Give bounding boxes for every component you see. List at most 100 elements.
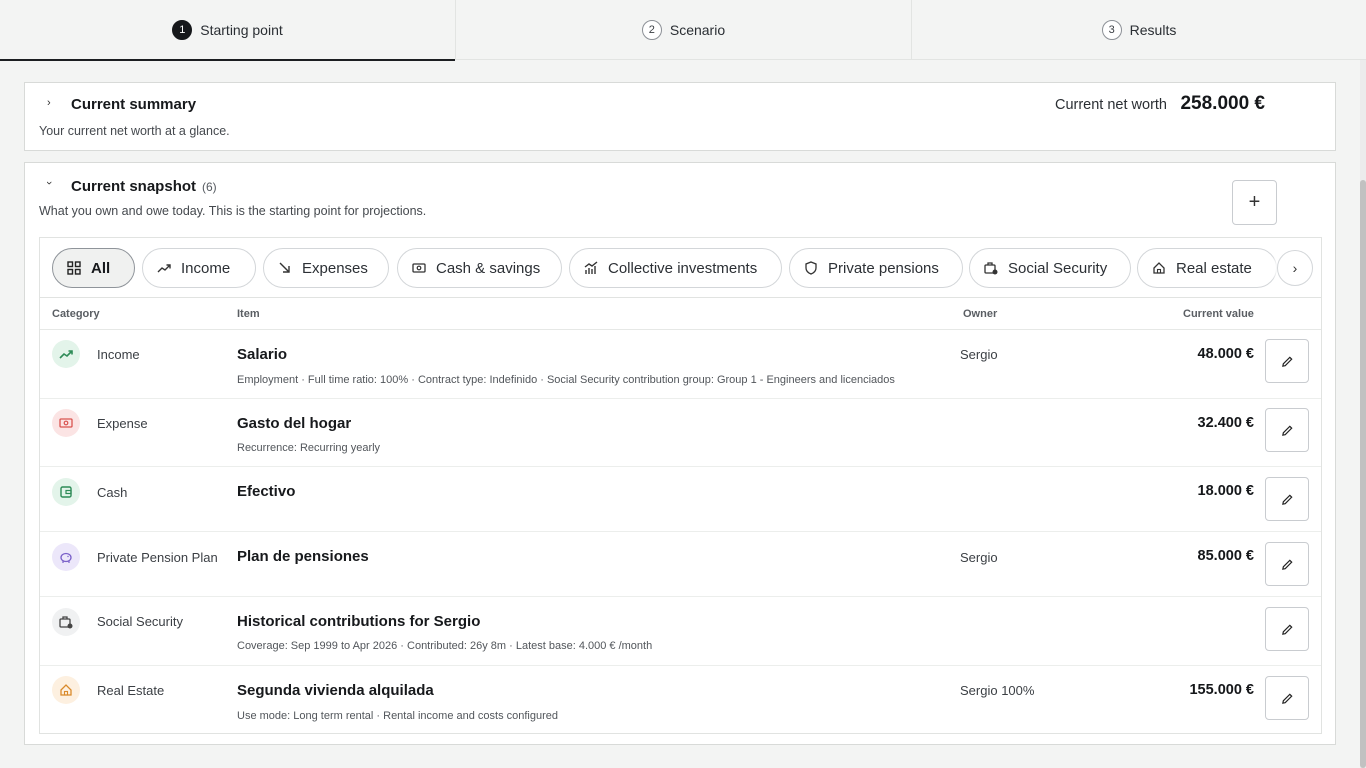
filter-label: Private pensions — [828, 259, 939, 277]
edit-button[interactable] — [1265, 477, 1309, 521]
snapshot-count: (6) — [202, 180, 217, 194]
item-title: Efectivo — [237, 483, 296, 500]
home-icon — [52, 676, 80, 704]
step-results[interactable]: 3 Results — [911, 0, 1366, 60]
filter-income[interactable]: Income — [142, 248, 256, 288]
arrow-down-right-icon — [279, 262, 290, 273]
filter-collective-investments[interactable]: Collective investments — [569, 248, 782, 288]
grid-icon — [67, 261, 81, 275]
edit-button[interactable] — [1265, 542, 1309, 586]
snapshot-subtitle: What you own and owe today. This is the … — [39, 204, 427, 218]
current-value: 48.000 € — [1197, 346, 1254, 362]
current-value: 85.000 € — [1197, 548, 1254, 564]
net-worth-label: Current net worth — [1054, 97, 1167, 113]
step-scenario[interactable]: 2 Scenario — [455, 0, 911, 60]
current-value: 18.000 € — [1197, 483, 1254, 499]
category-label: Real Estate — [97, 683, 165, 698]
item-meta: Coverage: Sep 1999 to Apr 2026 · Contrib… — [237, 640, 653, 652]
add-item-button[interactable]: + — [1232, 180, 1277, 225]
chevron-right-icon[interactable]: › — [1277, 250, 1313, 286]
column-current-value[interactable]: Current value — [1183, 308, 1254, 320]
column-category[interactable]: Category — [52, 308, 100, 320]
filter-label: Social Security — [1008, 259, 1108, 277]
category-label: Expense — [97, 416, 148, 431]
filter-label: Cash & savings — [436, 259, 541, 277]
column-owner[interactable]: Owner — [963, 308, 997, 320]
summary-title[interactable]: Current summary — [71, 96, 196, 113]
edit-button[interactable] — [1265, 339, 1309, 383]
pencil-icon — [1281, 623, 1293, 635]
current-value: 155.000 € — [1189, 682, 1254, 698]
item-meta: Employment · Full time ratio: 100% · Con… — [237, 374, 895, 386]
filter-private-pensions[interactable]: Private pensions — [789, 248, 963, 288]
pencil-icon — [1281, 692, 1293, 704]
shield-icon — [805, 261, 817, 275]
filter-chips: All Income Expenses Cash & savings Colle… — [40, 238, 1321, 298]
table-row[interactable]: Social Security Historical contributions… — [40, 597, 1321, 666]
category-label: Income — [97, 347, 140, 362]
banknote-icon — [412, 263, 426, 273]
item-title: Plan de pensiones — [237, 548, 369, 565]
scrollbar-thumb[interactable] — [1360, 180, 1366, 768]
item-meta: Use mode: Long term rental · Rental inco… — [237, 710, 558, 722]
step-label: Starting point — [200, 22, 283, 38]
owner: Sergio — [960, 347, 998, 362]
pencil-icon — [1281, 355, 1293, 367]
filter-label: Income — [181, 259, 231, 277]
owner: Sergio — [960, 550, 998, 565]
item-title: Historical contributions for Sergio — [237, 613, 481, 630]
chevron-down-icon[interactable]: › — [43, 181, 55, 185]
filter-all[interactable]: All — [52, 248, 135, 288]
chart-icon — [584, 261, 598, 274]
pencil-icon — [1281, 493, 1293, 505]
filter-cash-savings[interactable]: Cash & savings — [397, 248, 562, 288]
column-item[interactable]: Item — [237, 308, 260, 320]
filter-real-estate[interactable]: Real estate — [1137, 248, 1277, 288]
filter-label: All — [91, 259, 111, 277]
current-snapshot-panel: › Current snapshot (6) What you own and o… — [24, 162, 1336, 745]
filter-social-security[interactable]: Social Security — [969, 248, 1131, 288]
current-summary-panel: › Current summary Your current net worth… — [24, 82, 1336, 151]
table-row[interactable]: Cash Efectivo 18.000 € — [40, 467, 1321, 532]
wallet-icon — [52, 478, 80, 506]
trending-up-icon — [157, 264, 171, 273]
current-value: 32.400 € — [1197, 415, 1254, 431]
step-number: 1 — [172, 20, 193, 40]
step-label: Results — [1129, 22, 1177, 38]
banknote-icon — [52, 409, 80, 437]
table-row[interactable]: Private Pension Plan Plan de pensiones S… — [40, 532, 1321, 597]
pencil-icon — [1281, 558, 1293, 570]
summary-subtitle: Your current net worth at a glance. — [39, 124, 230, 138]
filter-label: Expenses — [302, 259, 368, 277]
owner: Sergio 100% — [960, 683, 1035, 698]
scrollbar[interactable] — [1360, 60, 1366, 768]
step-label: Scenario — [669, 22, 726, 38]
net-worth-value: 258.000 € — [1180, 93, 1265, 114]
filter-expenses[interactable]: Expenses — [263, 248, 389, 288]
home-icon — [1153, 262, 1165, 274]
stepper: 1 Starting point 2 Scenario 3 Results — [0, 0, 1366, 61]
step-number: 3 — [1101, 20, 1122, 40]
edit-button[interactable] — [1265, 676, 1309, 720]
edit-button[interactable] — [1265, 607, 1309, 651]
table-row[interactable]: Real Estate Segunda vivienda alquilada U… — [40, 666, 1321, 733]
filter-label: Real estate — [1176, 259, 1252, 277]
snapshot-title-text: Current snapshot — [71, 178, 197, 195]
filter-label: Collective investments — [608, 259, 758, 277]
trending-up-icon — [52, 340, 80, 368]
snapshot-table: All Income Expenses Cash & savings Colle… — [39, 237, 1322, 734]
table-header: Category Item Owner Current value — [40, 298, 1321, 330]
item-title: Segunda vivienda alquilada — [237, 682, 434, 699]
table-row[interactable]: Expense Gasto del hogar Recurrence: Recu… — [40, 399, 1321, 467]
step-number: 2 — [641, 20, 662, 40]
step-starting-point[interactable]: 1 Starting point — [0, 0, 455, 61]
piggy-bank-icon — [52, 543, 80, 571]
edit-button[interactable] — [1265, 408, 1309, 452]
snapshot-title[interactable]: Current snapshot (6) — [71, 178, 217, 195]
briefcase-clock-icon — [984, 262, 998, 275]
item-title: Salario — [237, 346, 288, 363]
pencil-icon — [1281, 424, 1293, 436]
chevron-right-icon[interactable]: › — [47, 97, 51, 109]
table-row[interactable]: Income Salario Employment · Full time ra… — [40, 330, 1321, 399]
category-label: Private Pension Plan — [97, 550, 218, 565]
